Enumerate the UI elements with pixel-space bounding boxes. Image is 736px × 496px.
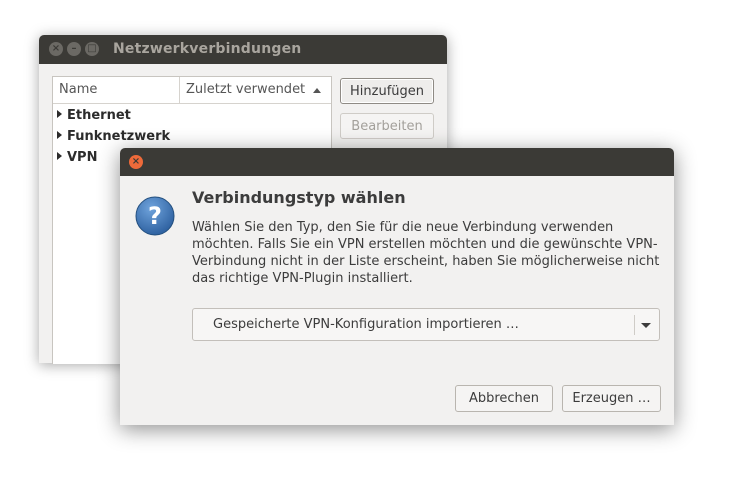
create-button[interactable]: Erzeugen …	[562, 385, 661, 412]
window-title: Netzwerkverbindungen	[113, 41, 302, 57]
svg-text:?: ?	[148, 202, 162, 230]
list-item-label: VPN	[67, 150, 98, 165]
minimize-icon[interactable]: –	[67, 42, 81, 56]
list-item-label: Funknetzwerk	[67, 129, 171, 144]
close-icon[interactable]: ×	[49, 42, 63, 56]
connection-type-dialog: × ? Verbindungstyp wählen Wählen Sie den…	[120, 148, 674, 425]
expander-icon[interactable]	[57, 110, 62, 118]
main-titlebar[interactable]: × – □ Netzwerkverbindungen	[39, 35, 447, 64]
connection-type-select[interactable]: Gespeicherte VPN-Konfiguration importier…	[192, 308, 660, 341]
maximize-icon[interactable]: □	[85, 42, 99, 56]
list-item-label: Ethernet	[67, 108, 131, 123]
expander-icon[interactable]	[57, 152, 62, 160]
expander-icon[interactable]	[57, 131, 62, 139]
chevron-down-icon[interactable]	[641, 323, 651, 328]
dialog-description: Wählen Sie den Typ, den Sie für die neue…	[192, 220, 660, 286]
list-item-wifi[interactable]: Funknetzwerk	[57, 129, 170, 149]
list-item-ethernet[interactable]: Ethernet	[57, 108, 131, 128]
column-header-last-used[interactable]: Zuletzt verwendet	[186, 82, 305, 97]
list-header: Name Zuletzt verwendet	[53, 77, 331, 104]
select-divider	[634, 315, 635, 335]
close-icon[interactable]: ×	[129, 155, 143, 169]
list-item-vpn[interactable]: VPN	[57, 150, 97, 170]
select-value: Gespeicherte VPN-Konfiguration importier…	[213, 317, 519, 332]
column-header-name[interactable]: Name	[59, 82, 97, 97]
question-icon: ?	[135, 196, 175, 236]
edit-button[interactable]: Bearbeiten	[340, 113, 434, 139]
add-button[interactable]: Hinzufügen	[340, 78, 434, 104]
column-divider	[179, 77, 180, 103]
dialog-titlebar[interactable]: ×	[120, 148, 674, 176]
sort-ascending-icon	[313, 88, 321, 93]
dialog-heading: Verbindungstyp wählen	[192, 188, 406, 207]
cancel-button[interactable]: Abbrechen	[455, 385, 553, 412]
